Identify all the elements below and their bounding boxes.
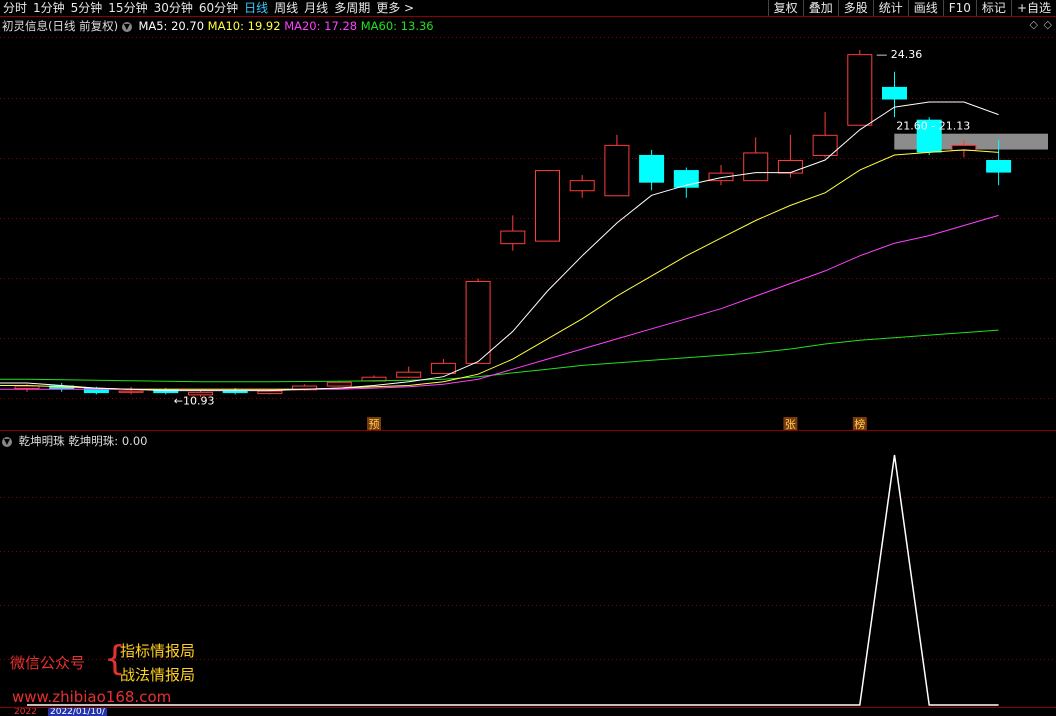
candle-body (396, 371, 422, 378)
event-marker: 榜 (854, 417, 865, 431)
candle-body (326, 381, 352, 387)
collapse-icon[interactable]: ▼ (121, 21, 132, 32)
kline-chart[interactable]: — 24.36 ←10.93 21.60 - 21.13 预 张 榜 (0, 0, 1056, 716)
stock-title: 初灵信息(日线 前复权) (2, 19, 119, 33)
candle-body (847, 54, 873, 126)
indicator-title: 乾坤明珠 (18, 434, 65, 448)
watermark-label: 微信公众号 (10, 654, 86, 672)
ma10-label: MA10: 19.92 (207, 19, 281, 33)
high-price-label: — 24.36 (876, 48, 922, 61)
event-marker: 张 (785, 418, 796, 431)
date-cursor: 2022/01/10/ (48, 708, 107, 716)
watermark-url[interactable]: www.zhibiao168.com (12, 688, 171, 706)
watermark-line1: 指标情报局 (120, 642, 196, 660)
main-chart-header: 初灵信息(日线 前复权) ▼ MA5: 20.70 MA10: 19.92 MA… (2, 18, 434, 34)
date-left: 2022 (14, 708, 37, 716)
candle-body (743, 152, 769, 182)
diamond-icon[interactable]: ◇ (1044, 18, 1052, 31)
ma-lines (0, 101, 999, 392)
low-price-label: ←10.93 (174, 394, 215, 407)
candles (14, 50, 1012, 397)
candle-body (430, 362, 456, 374)
ma10-line (0, 149, 999, 390)
candle-body (986, 160, 1012, 173)
candle-body (465, 280, 491, 364)
event-marker: 预 (369, 418, 380, 431)
candle-body (639, 154, 665, 183)
candle-body (535, 170, 560, 242)
diamond-icon[interactable]: ◇ (1030, 18, 1038, 31)
candle-body (777, 160, 803, 174)
candle-body (569, 180, 595, 192)
ma20-line (0, 214, 999, 390)
candle-body (604, 144, 630, 197)
watermark-line2: 战法情报局 (120, 666, 196, 684)
collapse-icon[interactable]: ▼ (2, 436, 12, 447)
indicator-header: ▼ 乾坤明珠 乾坤明珠: 0.00 (2, 433, 147, 449)
candle-body (257, 390, 283, 395)
ma5-line (0, 101, 999, 392)
ma5-label: MA5: 20.70 (138, 19, 205, 33)
candle-body (14, 385, 40, 390)
candle-body (500, 230, 526, 245)
ma20-label: MA20: 17.28 (284, 19, 358, 33)
indicator-value: 乾坤明珠: 0.00 (68, 434, 148, 448)
date-bar: 2022 2022/01/10/ (0, 708, 1056, 716)
candle-body (882, 86, 907, 100)
ma60-line (0, 329, 999, 383)
ma60-label: MA60: 13.36 (360, 19, 434, 33)
range-label: 21.60 - 21.13 (896, 120, 970, 133)
candle-body (118, 390, 144, 393)
